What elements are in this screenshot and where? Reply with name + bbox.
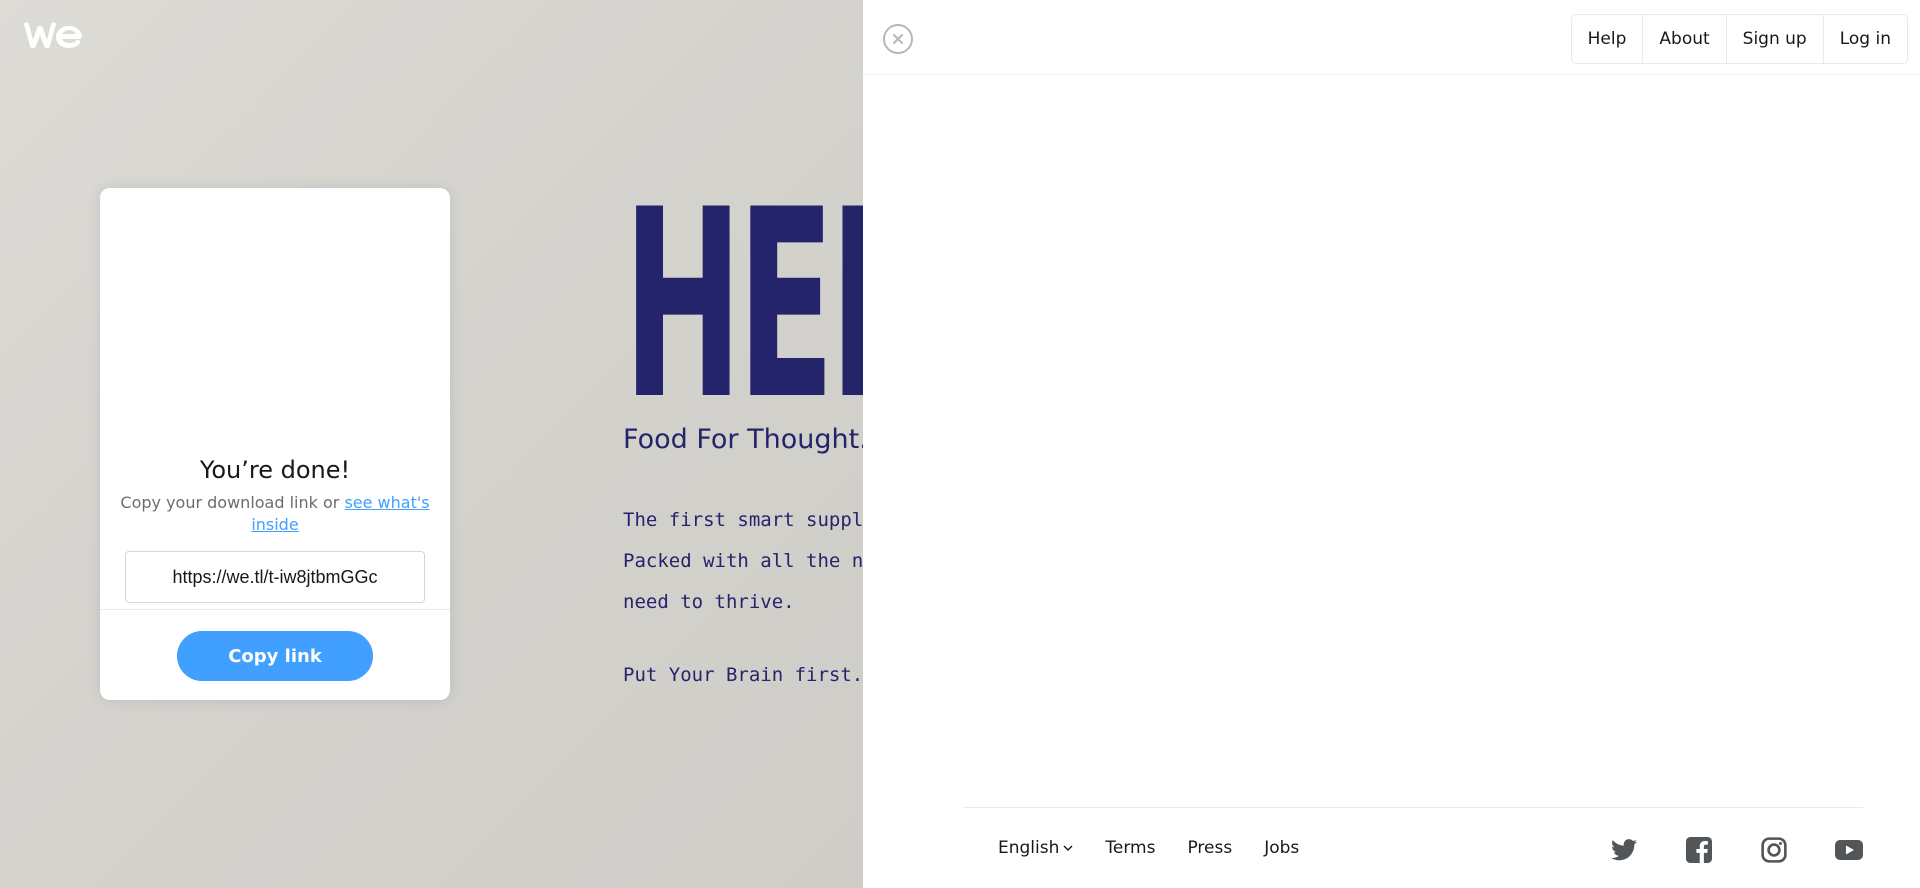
close-icon (893, 34, 903, 44)
copy-link-button[interactable]: Copy link (177, 631, 373, 681)
youtube-icon (1835, 840, 1863, 860)
nav-sign-up[interactable]: Sign up (1726, 15, 1824, 63)
ad-body-line: need to thrive. (623, 591, 795, 613)
footer-link-terms[interactable]: Terms (1105, 838, 1155, 858)
youtube-link[interactable] (1835, 836, 1863, 864)
close-button[interactable] (883, 24, 913, 54)
side-panel: Help About Sign up Log in English Terms … (863, 0, 1920, 888)
language-label: English (998, 838, 1060, 858)
social-links (1563, 836, 1863, 864)
nav-about[interactable]: About (1643, 15, 1727, 63)
nav-log-in[interactable]: Log in (1823, 15, 1907, 63)
instagram-link[interactable] (1760, 836, 1788, 864)
wallpaper-ad[interactable]: HEIGHT Food For Thought. The first smart… (0, 0, 863, 888)
transfer-complete-card: You’re done! Copy your download link or … (100, 188, 450, 700)
language-selector[interactable]: English (998, 838, 1073, 858)
wetransfer-logo-icon[interactable] (22, 20, 82, 52)
top-nav: Help About Sign up Log in (1570, 14, 1908, 64)
card-title: You’re done! (199, 456, 351, 484)
facebook-link[interactable] (1685, 836, 1713, 864)
ad-headline: HEIGHT (623, 155, 863, 457)
card-description-text: Copy your download link or (120, 493, 345, 512)
ad-body-line: Packed with all the natu (623, 550, 863, 572)
panel-header: Help About Sign up Log in (863, 0, 1920, 75)
download-link-field[interactable] (125, 551, 425, 603)
instagram-icon (1761, 837, 1787, 863)
ad-body-line: The first smart suppleme (623, 509, 863, 531)
twitter-link[interactable] (1610, 836, 1638, 864)
panel-footer: English Terms Press Jobs (963, 807, 1863, 888)
nav-help[interactable]: Help (1571, 15, 1644, 63)
footer-links: English Terms Press Jobs (998, 838, 1331, 858)
card-description: Copy your download link or see what's in… (120, 492, 430, 536)
facebook-icon (1686, 837, 1712, 863)
chevron-down-icon (1063, 845, 1073, 851)
footer-link-press[interactable]: Press (1187, 838, 1232, 858)
ad-subtitle: Food For Thought. (623, 424, 863, 455)
twitter-icon (1611, 839, 1637, 861)
ad-body-text: The first smart suppleme Packed with all… (623, 500, 863, 623)
card-divider (100, 609, 450, 610)
footer-link-jobs[interactable]: Jobs (1264, 838, 1299, 858)
ad-tagline: Put Your Brain first. (623, 664, 863, 686)
